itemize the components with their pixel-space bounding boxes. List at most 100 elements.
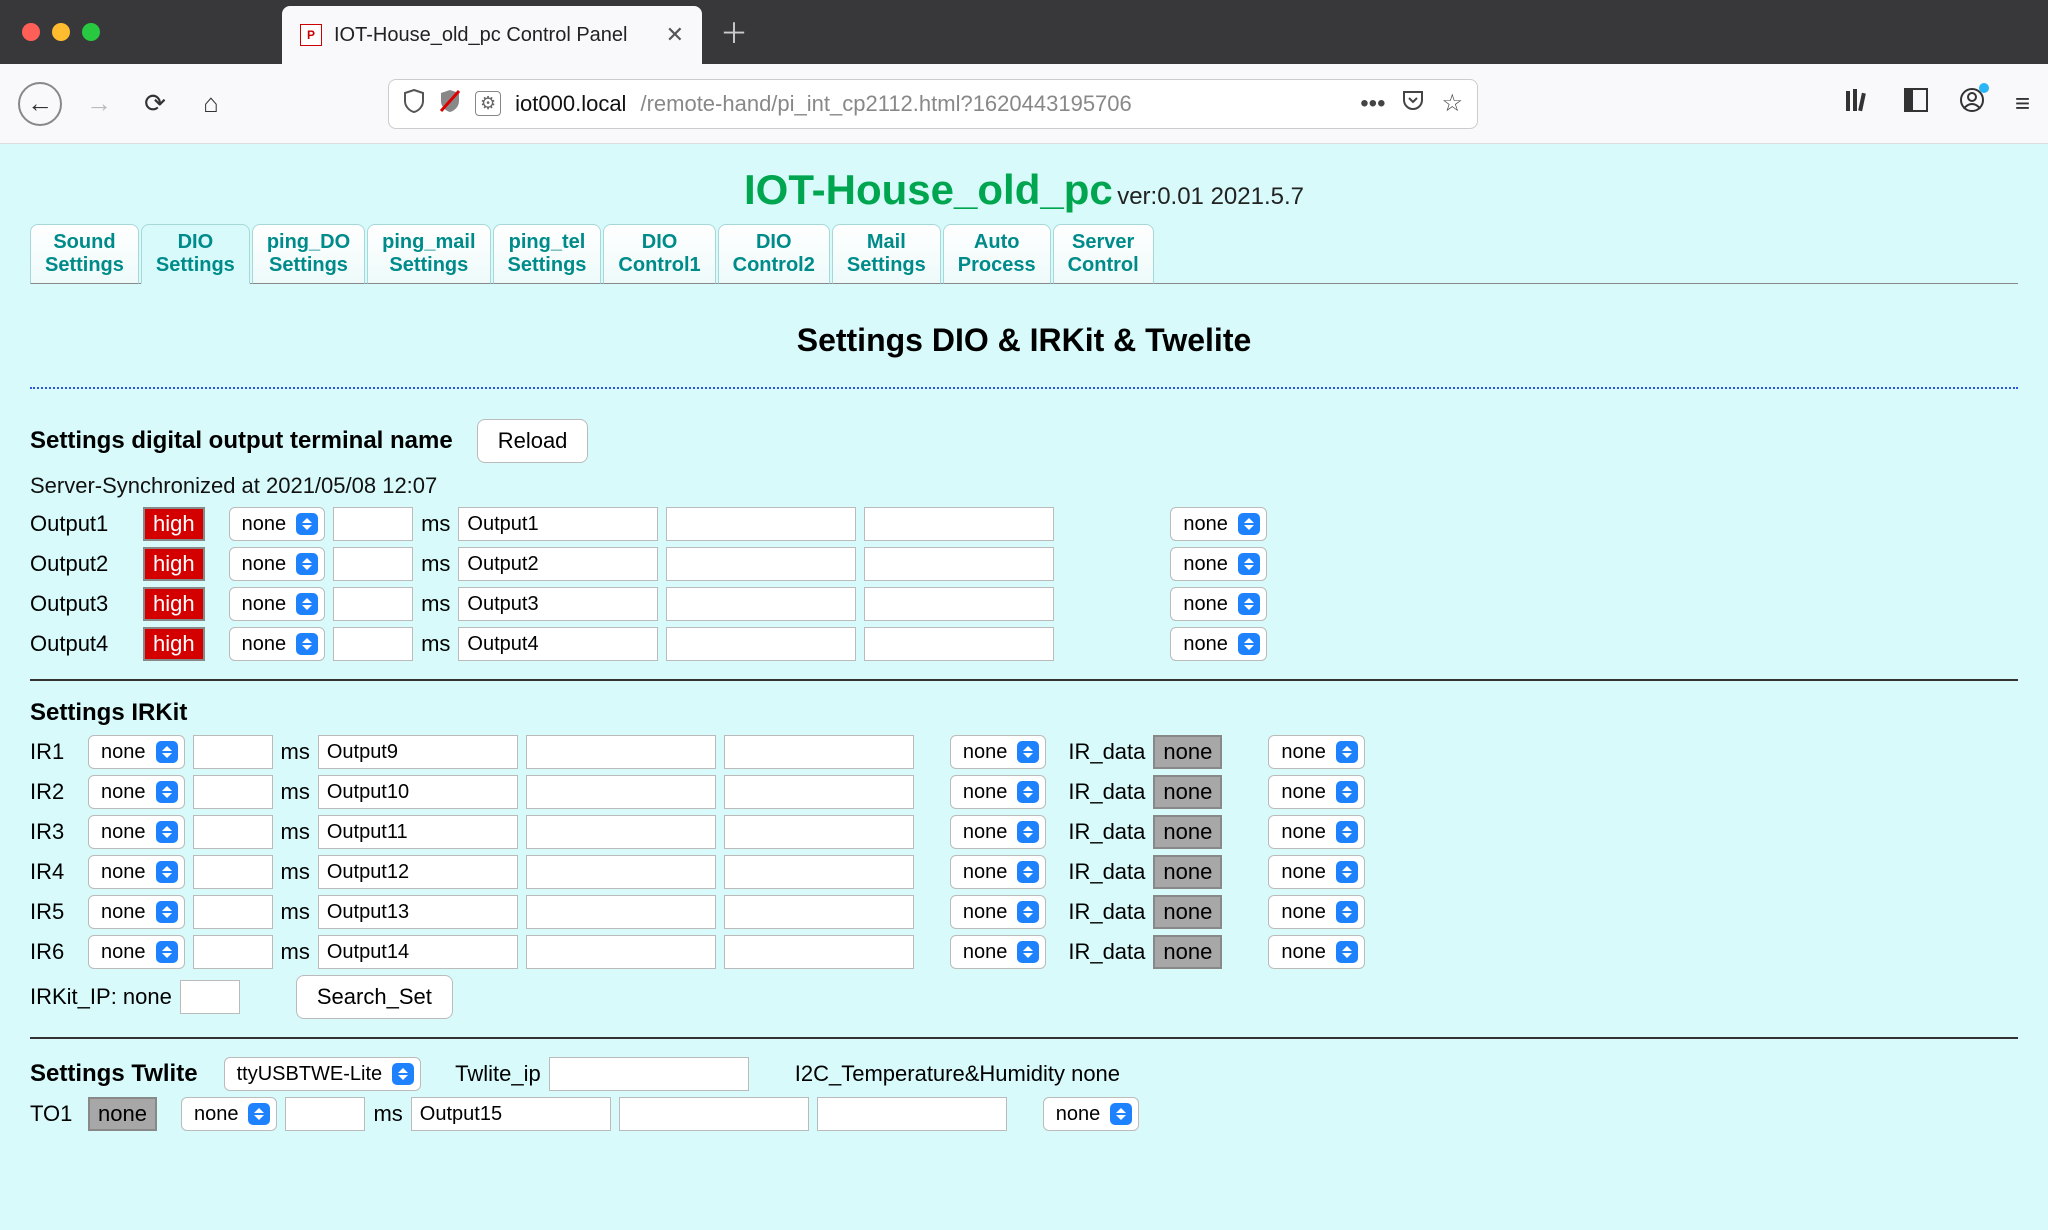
state-badge[interactable]: high [143, 627, 205, 661]
interval-select[interactable]: none [229, 547, 326, 581]
tab-dio[interactable]: DIOControl1 [603, 224, 715, 284]
name-input[interactable] [411, 1097, 611, 1131]
field1-input[interactable] [666, 627, 856, 661]
ms-input[interactable] [193, 895, 273, 929]
bookmark-star-icon[interactable]: ☆ [1441, 89, 1463, 118]
window-zoom[interactable] [82, 23, 100, 41]
home-button[interactable]: ⌂ [192, 85, 230, 123]
field1-input[interactable] [526, 895, 716, 929]
field2-input[interactable] [724, 815, 914, 849]
state-badge[interactable]: high [143, 547, 205, 581]
interval-select[interactable]: none [88, 815, 185, 849]
field1-input[interactable] [526, 935, 716, 969]
name-input[interactable] [318, 815, 518, 849]
ms-input[interactable] [285, 1097, 365, 1131]
reload-button[interactable]: Reload [477, 419, 589, 463]
irdata-value[interactable]: none [1153, 895, 1222, 929]
tracking-blocked-icon[interactable] [439, 89, 461, 119]
shield-icon[interactable] [403, 89, 425, 119]
option-select[interactable]: none [950, 895, 1047, 929]
irdata-value[interactable]: none [1153, 735, 1222, 769]
tab-server[interactable]: ServerControl [1053, 224, 1154, 284]
name-input[interactable] [318, 775, 518, 809]
option-select[interactable]: none [950, 935, 1047, 969]
interval-select[interactable]: none [229, 587, 326, 621]
field2-input[interactable] [724, 775, 914, 809]
irdata-select[interactable]: none [1268, 815, 1365, 849]
irdata-value[interactable]: none [1153, 775, 1222, 809]
name-input[interactable] [318, 735, 518, 769]
interval-select[interactable]: none [88, 895, 185, 929]
field2-input[interactable] [864, 507, 1054, 541]
to-state[interactable]: none [88, 1097, 157, 1131]
name-input[interactable] [458, 627, 658, 661]
forward-button[interactable]: → [80, 85, 118, 123]
account-icon[interactable] [1959, 87, 1985, 120]
tab-ping-tel[interactable]: ping_telSettings [493, 224, 602, 284]
field2-input[interactable] [864, 547, 1054, 581]
field1-input[interactable] [526, 855, 716, 889]
new-tab-button[interactable]: ＋ [712, 10, 756, 54]
field2-input[interactable] [864, 627, 1054, 661]
tab-sound[interactable]: SoundSettings [30, 224, 139, 284]
irdata-select[interactable]: none [1268, 855, 1365, 889]
browser-tab[interactable]: P IOT-House_old_pc Control Panel ✕ [282, 6, 702, 64]
sidebar-icon[interactable] [1903, 87, 1929, 120]
name-input[interactable] [458, 507, 658, 541]
ms-input[interactable] [333, 547, 413, 581]
irdata-value[interactable]: none [1153, 935, 1222, 969]
irdata-select[interactable]: none [1268, 735, 1365, 769]
ms-input[interactable] [193, 855, 273, 889]
tab-mail[interactable]: MailSettings [832, 224, 941, 284]
interval-select[interactable]: none [88, 855, 185, 889]
interval-select[interactable]: none [88, 735, 185, 769]
field1-input[interactable] [619, 1097, 809, 1131]
irdata-select[interactable]: none [1268, 895, 1365, 929]
field2-input[interactable] [724, 935, 914, 969]
ms-input[interactable] [193, 935, 273, 969]
window-close[interactable] [22, 23, 40, 41]
field1-input[interactable] [666, 587, 856, 621]
ms-input[interactable] [333, 587, 413, 621]
option-select[interactable]: none [950, 855, 1047, 889]
tab-close-icon[interactable]: ✕ [666, 22, 684, 48]
window-minimize[interactable] [52, 23, 70, 41]
option-select[interactable]: none [950, 775, 1047, 809]
option-select[interactable]: none [1170, 587, 1267, 621]
tab-dio[interactable]: DIOControl2 [718, 224, 830, 284]
interval-select[interactable]: none [88, 935, 185, 969]
back-button[interactable]: ← [18, 82, 62, 126]
ms-input[interactable] [333, 507, 413, 541]
menu-icon[interactable]: ≡ [2015, 88, 2030, 119]
option-select[interactable]: none [950, 815, 1047, 849]
interval-select[interactable]: none [229, 507, 326, 541]
ms-input[interactable] [193, 775, 273, 809]
name-input[interactable] [318, 935, 518, 969]
name-input[interactable] [318, 855, 518, 889]
field2-input[interactable] [724, 855, 914, 889]
irdata-value[interactable]: none [1153, 855, 1222, 889]
field2-input[interactable] [724, 895, 914, 929]
field2-input[interactable] [817, 1097, 1007, 1131]
irdata-select[interactable]: none [1268, 935, 1365, 969]
page-actions-icon[interactable]: ••• [1360, 90, 1385, 118]
option-select[interactable]: none [1043, 1097, 1140, 1131]
twlite-port-select[interactable]: ttyUSBTWE-Lite [224, 1057, 422, 1091]
field2-input[interactable] [864, 587, 1054, 621]
field1-input[interactable] [666, 547, 856, 581]
option-select[interactable]: none [950, 735, 1047, 769]
state-badge[interactable]: high [143, 507, 205, 541]
irdata-value[interactable]: none [1153, 815, 1222, 849]
library-icon[interactable] [1845, 87, 1873, 120]
tab-dio[interactable]: DIOSettings [141, 224, 250, 284]
permissions-icon[interactable]: ⚙ [475, 91, 501, 116]
address-bar[interactable]: ⚙ iot000.local/remote-hand/pi_int_cp2112… [388, 79, 1478, 129]
tab-auto[interactable]: AutoProcess [943, 224, 1051, 284]
irdata-select[interactable]: none [1268, 775, 1365, 809]
field2-input[interactable] [724, 735, 914, 769]
field1-input[interactable] [666, 507, 856, 541]
ms-input[interactable] [193, 815, 273, 849]
name-input[interactable] [458, 587, 658, 621]
name-input[interactable] [318, 895, 518, 929]
field1-input[interactable] [526, 815, 716, 849]
